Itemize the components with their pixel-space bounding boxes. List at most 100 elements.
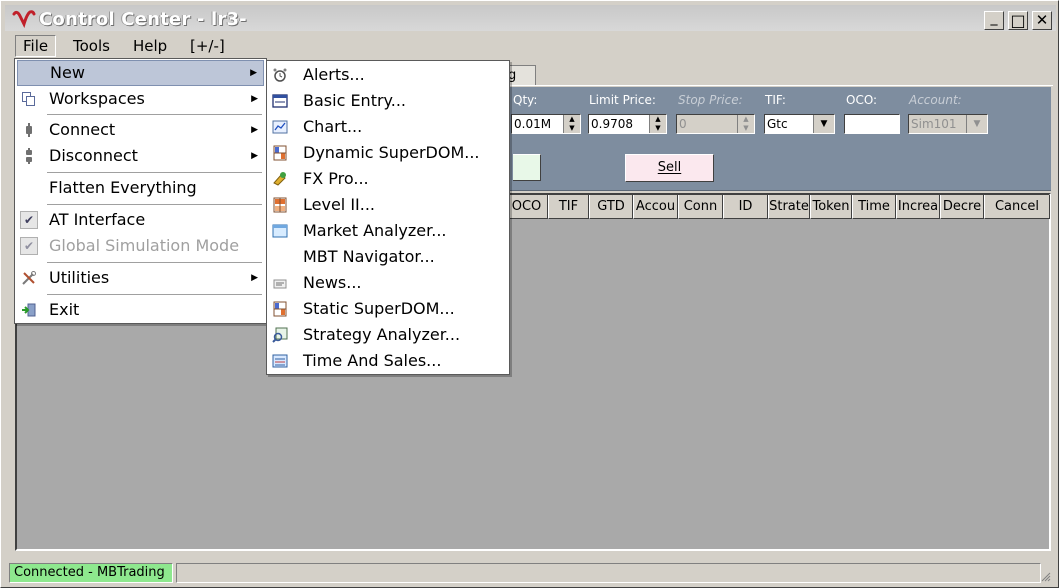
menu-separator — [47, 172, 262, 173]
chart-icon — [272, 120, 288, 134]
menu-tools[interactable]: Tools — [66, 35, 117, 57]
menu-separator — [47, 204, 262, 205]
menu-item-alerts[interactable]: Alerts... — [269, 62, 507, 88]
account-value: Sim101 — [911, 117, 957, 131]
menu-item-label: Market Analyzer... — [303, 221, 447, 240]
fx-pro-icon — [273, 172, 286, 186]
column-header-token[interactable]: Token — [810, 195, 852, 219]
chevron-down-icon[interactable]: ▼ — [813, 115, 834, 133]
menu-item-at-interface[interactable]: ✔ AT Interface — [17, 207, 264, 233]
column-header-strategy[interactable]: Strate — [768, 195, 810, 219]
column-header-connection[interactable]: Conn — [678, 195, 723, 219]
menu-item-label: Alerts... — [303, 65, 365, 84]
menu-separator — [47, 294, 262, 295]
menu-item-flatten-everything[interactable]: Flatten Everything — [17, 175, 264, 201]
stop-price-value: 0 — [679, 117, 687, 131]
menu-item-exit[interactable]: Exit — [17, 297, 264, 323]
menu-item-label: Disconnect — [49, 146, 138, 165]
menu-item-label: Dynamic SuperDOM... — [303, 143, 480, 162]
menu-item-new[interactable]: New ▶ — [17, 60, 264, 86]
column-header-id[interactable]: ID — [723, 195, 768, 219]
menu-item-mbt-navigator[interactable]: MBT Navigator... — [269, 244, 507, 270]
maximize-button[interactable]: □ — [1008, 11, 1028, 30]
menu-item-label: Level II... — [303, 195, 376, 214]
qty-spin-buttons[interactable]: ▲ ▼ — [563, 115, 580, 133]
oco-label: OCO: — [846, 93, 878, 107]
menu-item-label: Basic Entry... — [303, 91, 406, 110]
sell-button[interactable]: Sell — [625, 154, 714, 182]
menu-item-market-analyzer[interactable]: Market Analyzer... — [269, 218, 507, 244]
tif-select[interactable]: Gtc ▼ — [764, 114, 835, 134]
menu-item-chart[interactable]: Chart... — [269, 114, 507, 140]
checkmark-icon: ✔ — [20, 211, 38, 229]
menu-item-dynamic-superdom[interactable]: Dynamic SuperDOM... — [269, 140, 507, 166]
title-bar[interactable]: Control Center - lr3- _ □ ✕ — [5, 5, 1056, 31]
submenu-arrow-icon: ▶ — [250, 68, 257, 78]
qty-label: Qty: — [513, 93, 538, 107]
submenu-arrow-icon: ▶ — [251, 94, 258, 104]
buy-button[interactable] — [513, 154, 541, 181]
stop-price-label: Stop Price: — [678, 93, 743, 107]
copy-icon — [22, 92, 35, 106]
close-button[interactable]: ✕ — [1032, 11, 1052, 30]
menu-item-label: Strategy Analyzer... — [303, 325, 461, 344]
tools-icon — [22, 271, 36, 285]
menu-item-connect[interactable]: Connect ▶ — [17, 117, 264, 143]
maximize-icon: □ — [1010, 10, 1026, 30]
news-icon — [273, 279, 287, 289]
menu-file[interactable]: File — [15, 35, 57, 57]
menu-separator — [47, 262, 262, 263]
submenu-arrow-icon: ▶ — [251, 125, 258, 135]
menu-item-strategy-analyzer[interactable]: Strategy Analyzer... — [269, 322, 507, 348]
menu-item-label: Workspaces — [49, 89, 145, 108]
menu-item-label: Exit — [49, 300, 80, 319]
superdom-icon — [273, 301, 287, 317]
submenu-arrow-icon: ▶ — [251, 273, 258, 283]
column-header-gtd[interactable]: GTD — [589, 195, 633, 219]
column-header-tif[interactable]: TIF — [548, 195, 589, 219]
column-header-decrease[interactable]: Decre — [940, 195, 984, 219]
unplug-icon — [26, 148, 32, 164]
menu-item-basic-entry[interactable]: Basic Entry... — [269, 88, 507, 114]
resize-grip-icon[interactable] — [1041, 572, 1051, 582]
menu-item-label: Utilities — [49, 268, 110, 287]
menu-item-label: New — [50, 63, 85, 82]
column-header-account[interactable]: Accou — [633, 195, 678, 219]
menu-item-label: Connect — [49, 120, 116, 139]
basic-entry-icon — [272, 94, 288, 108]
menu-item-label: Global Simulation Mode — [49, 236, 240, 255]
oco-input[interactable] — [844, 114, 900, 134]
tif-value: Gtc — [767, 117, 788, 131]
qty-stepper[interactable]: 0.01M ▲ ▼ — [511, 114, 581, 134]
menu-item-workspaces[interactable]: Workspaces ▶ — [17, 86, 264, 112]
file-menu: New ▶ Workspaces ▶ Connect ▶ Disconnect … — [14, 58, 267, 324]
menu-help[interactable]: Help — [126, 35, 174, 57]
stop-price-stepper: 0 ▲ ▼ — [676, 114, 755, 134]
account-select: Sim101 ▼ — [908, 114, 988, 134]
minimize-button[interactable]: _ — [984, 11, 1004, 30]
level-ii-icon — [273, 197, 287, 213]
close-icon: ✕ — [1035, 11, 1049, 29]
menu-item-disconnect[interactable]: Disconnect ▶ — [17, 143, 264, 169]
limit-price-stepper[interactable]: 0.9708 ▲ ▼ — [588, 114, 667, 134]
menu-item-fx-pro[interactable]: FX Pro... — [269, 166, 507, 192]
column-header-increase[interactable]: Increa — [896, 195, 940, 219]
ninja-logo-icon — [12, 10, 36, 28]
menu-item-time-and-sales[interactable]: Time And Sales... — [269, 348, 507, 374]
account-label: Account: — [909, 93, 962, 107]
column-header-cancel[interactable]: Cancel — [984, 195, 1050, 219]
column-header-time[interactable]: Time — [852, 195, 896, 219]
status-panel — [176, 563, 1041, 583]
limit-price-spin-buttons[interactable]: ▲ ▼ — [649, 115, 666, 133]
menu-item-news[interactable]: News... — [269, 270, 507, 296]
new-submenu: Alerts... Basic Entry... Chart... Dynami… — [266, 60, 510, 375]
qty-value: 0.01M — [514, 117, 552, 131]
column-header-oco[interactable]: OCO — [505, 195, 548, 219]
strategy-analyzer-icon — [272, 327, 288, 343]
menu-item-level-ii[interactable]: Level II... — [269, 192, 507, 218]
stop-price-spin-buttons: ▲ ▼ — [737, 115, 754, 133]
menu-expand-collapse[interactable]: [+/-] — [183, 35, 232, 57]
menu-item-static-superdom[interactable]: Static SuperDOM... — [269, 296, 507, 322]
menu-item-label: Static SuperDOM... — [303, 299, 455, 318]
menu-item-utilities[interactable]: Utilities ▶ — [17, 265, 264, 291]
